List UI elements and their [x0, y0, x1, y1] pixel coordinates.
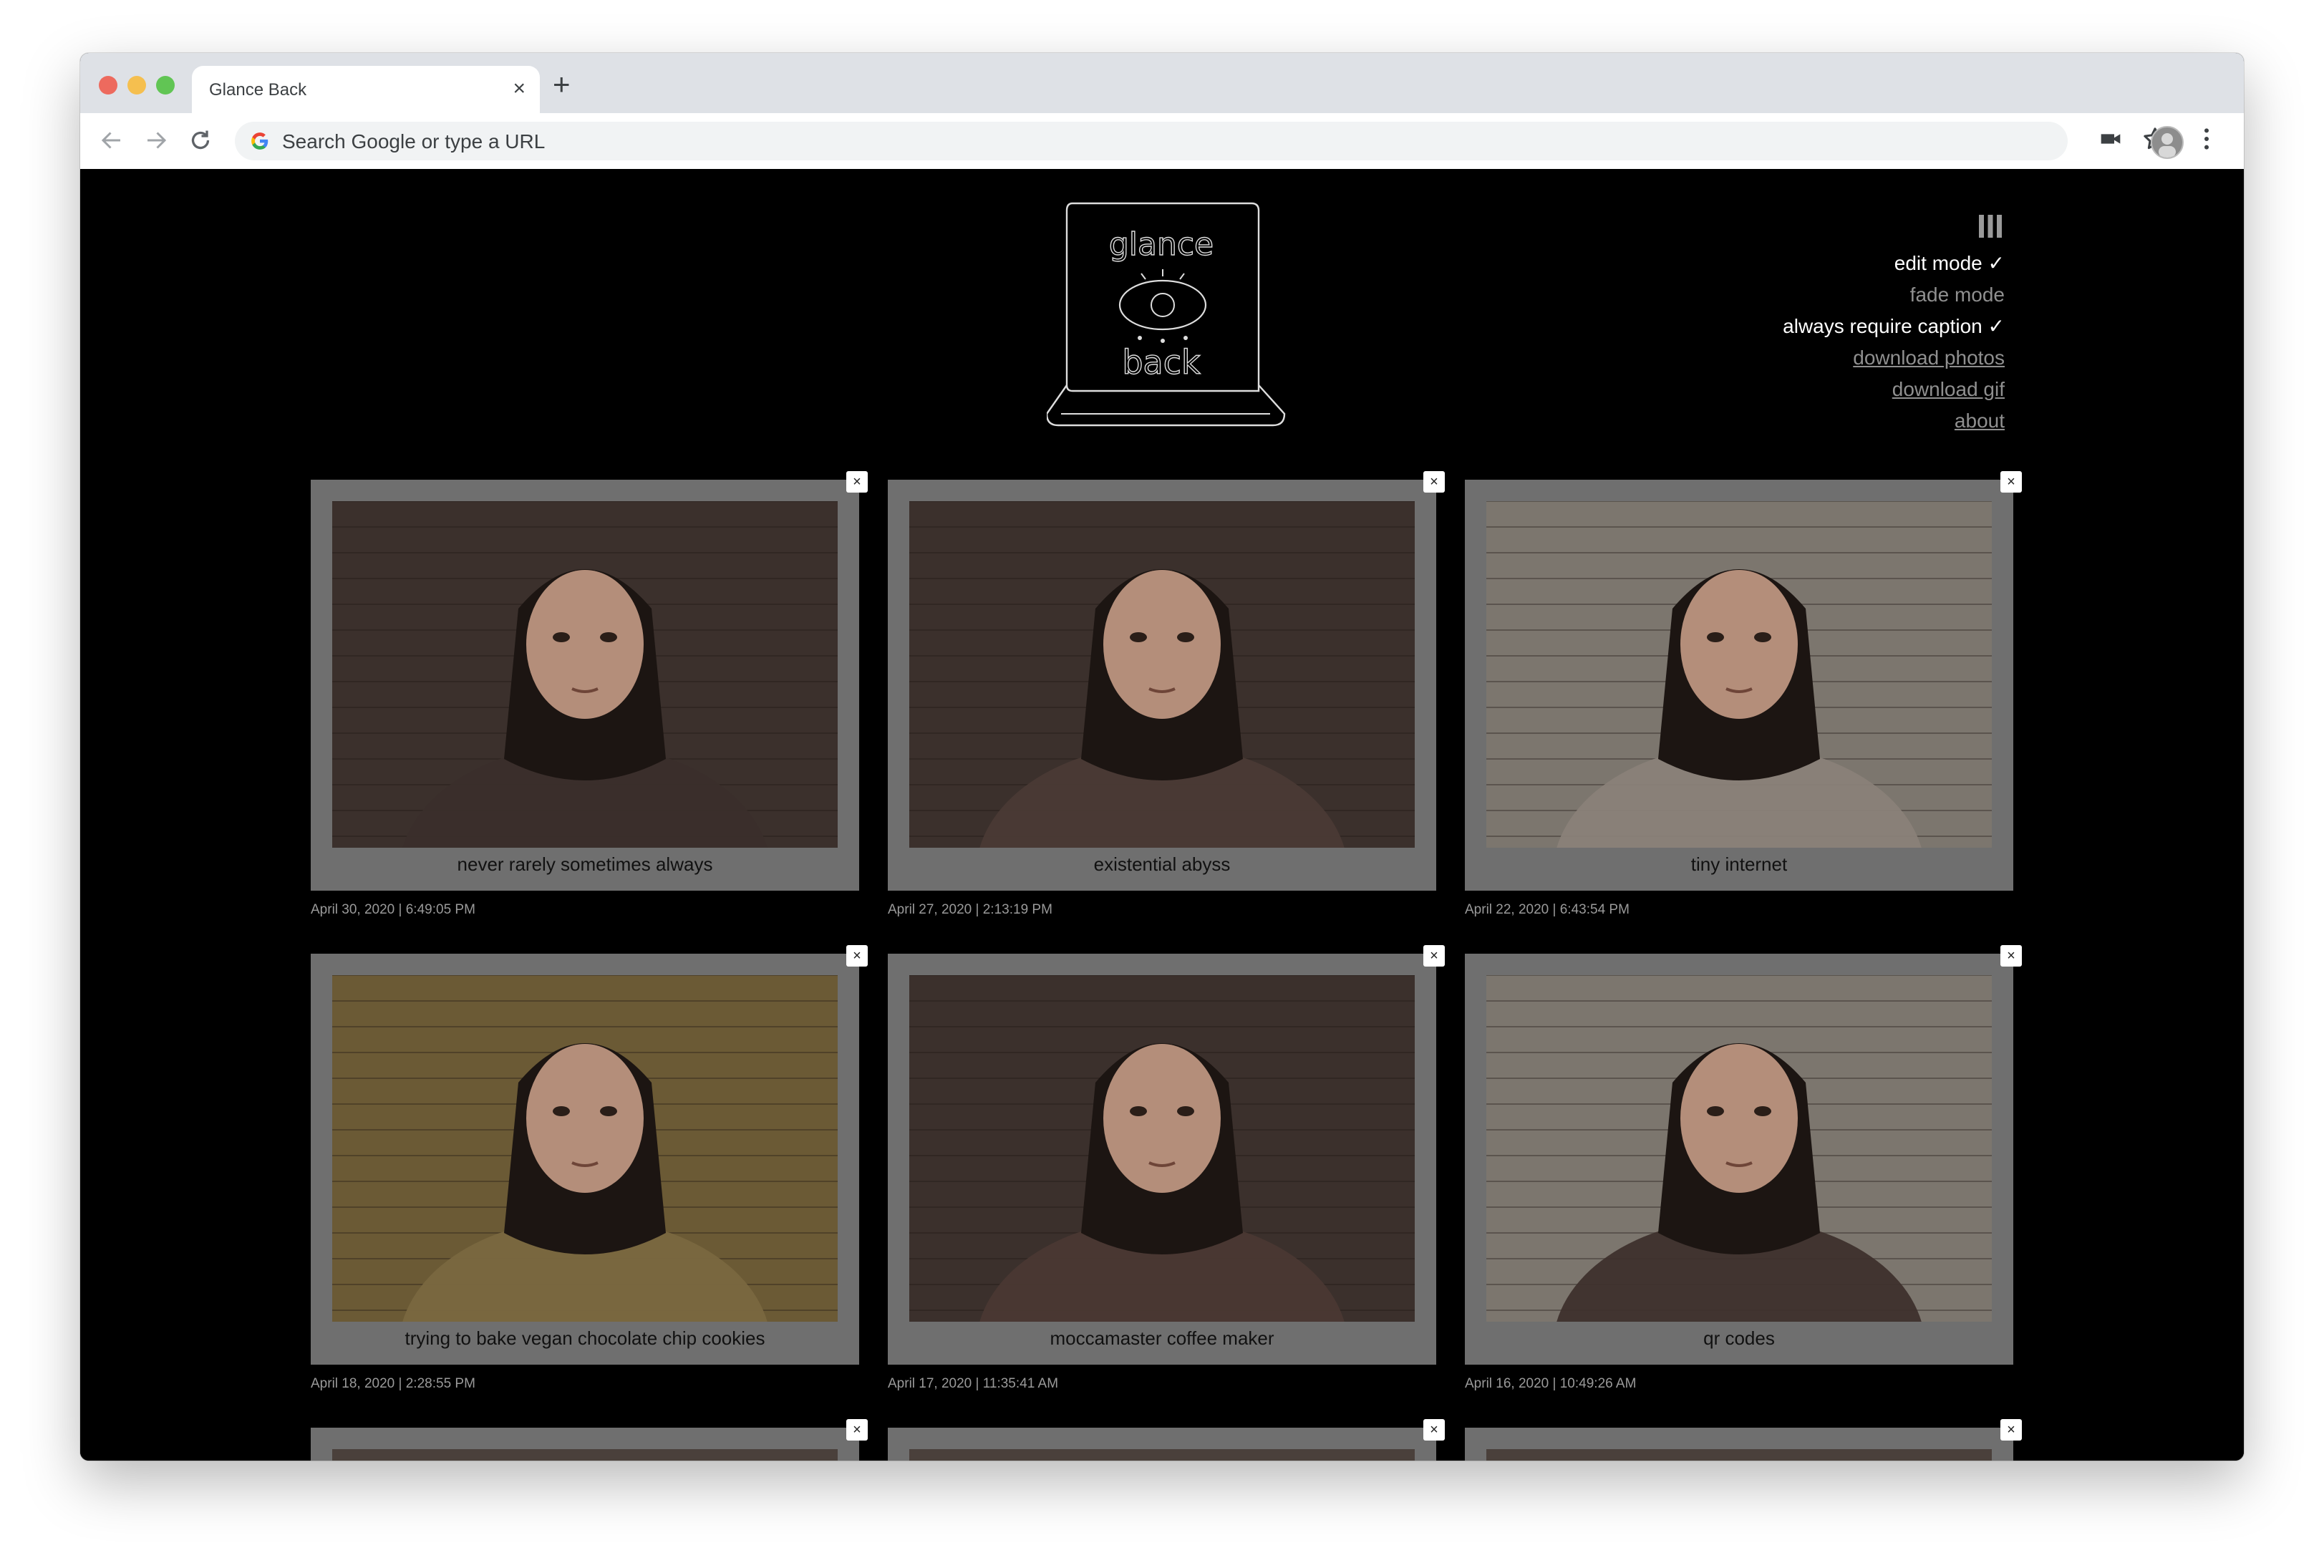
- photo-frame[interactable]: ×: [311, 1419, 868, 1461]
- photo-timestamp: April 22, 2020 | 6:43:54 PM: [1465, 902, 1630, 917]
- profile-icon: [2159, 133, 2176, 158]
- photo-card: qr codes × April 16, 2020 | 10:49:26 AM: [1465, 945, 2022, 1391]
- address-bar[interactable]: Search Google or type a URL: [235, 122, 2068, 160]
- photo-frame[interactable]: qr codes ×: [1465, 945, 2022, 1365]
- photo-card: existential abyss × April 27, 2020 | 2:13:…: [888, 471, 1445, 917]
- photo-caption[interactable]: existential abyss: [888, 853, 1436, 876]
- photo-card: trying to bake vegan chocolate chip cook…: [311, 945, 868, 1391]
- photo-timestamp: April 18, 2020 | 2:28:55 PM: [311, 1376, 475, 1391]
- photo-caption[interactable]: moccamaster coffee maker: [888, 1327, 1436, 1350]
- delete-photo-button[interactable]: ×: [2000, 945, 2022, 967]
- settings-menu: edit mode ✓ fade mode always require capti…: [1783, 212, 2005, 437]
- photo-frame[interactable]: trying to bake vegan chocolate chip cook…: [311, 945, 868, 1365]
- delete-photo-button[interactable]: ×: [846, 945, 868, 967]
- profile-avatar[interactable]: [2151, 126, 2184, 159]
- menu-item-1[interactable]: fade mode: [1783, 279, 2005, 311]
- delete-photo-button[interactable]: ×: [846, 1419, 868, 1441]
- forward-arrow-icon[interactable]: [143, 127, 169, 153]
- photo-frame[interactable]: ×: [888, 1419, 1445, 1461]
- photo: [1486, 975, 1992, 1322]
- photo-frame[interactable]: never rarely sometimes always ×: [311, 471, 868, 891]
- photo-caption[interactable]: trying to bake vegan chocolate chip cook…: [311, 1327, 859, 1350]
- menu-items: edit mode ✓ fade mode always require capti…: [1783, 248, 2005, 437]
- back-arrow-icon[interactable]: [99, 127, 125, 153]
- delete-photo-button[interactable]: ×: [1423, 471, 1445, 493]
- photo-image: [332, 975, 838, 1322]
- delete-photo-button[interactable]: ×: [1423, 1419, 1445, 1441]
- delete-photo-button[interactable]: ×: [846, 471, 868, 493]
- photo-card: tiny internet × April 22, 2020 | 6:43:54 P…: [1465, 471, 2022, 917]
- photo: [909, 975, 1415, 1322]
- menu-item-5[interactable]: about: [1783, 405, 2005, 437]
- new-tab-button[interactable]: +: [553, 69, 571, 100]
- photo-image: [909, 501, 1415, 848]
- photo: [1486, 501, 1992, 848]
- photo-caption[interactable]: never rarely sometimes always: [311, 853, 859, 876]
- camera-icon[interactable]: [2096, 125, 2125, 153]
- logo-bottom-text: back: [1122, 343, 1201, 382]
- photo-card-partial: ×: [311, 1419, 868, 1461]
- photo-image: [1486, 975, 1992, 1322]
- minimize-window-button[interactable]: [127, 76, 146, 95]
- menu-item-3[interactable]: download photos: [1783, 342, 2005, 374]
- photo-timestamp: April 17, 2020 | 11:35:41 AM: [888, 1376, 1059, 1391]
- tab-title: Glance Back: [209, 80, 307, 100]
- tab-glance-back[interactable]: Glance Back ×: [192, 66, 540, 113]
- photo-frame[interactable]: moccamaster coffee maker ×: [888, 945, 1445, 1365]
- reload-icon[interactable]: [188, 127, 213, 153]
- photo: [332, 975, 838, 1322]
- photo-frame[interactable]: tiny internet ×: [1465, 471, 2022, 891]
- tab-bar: Glance Back × +: [80, 53, 2244, 113]
- photo-card-partial: ×: [1465, 1419, 2022, 1461]
- photo-card: moccamaster coffee maker × April 17, 2020 …: [888, 945, 1445, 1391]
- browser-toolbar: Search Google or type a URL: [80, 113, 2244, 170]
- photo-card-partial: ×: [888, 1419, 1445, 1461]
- photo: [332, 501, 838, 848]
- photo-caption[interactable]: qr codes: [1465, 1327, 2013, 1350]
- tab-close-icon[interactable]: ×: [513, 76, 526, 102]
- more-options-icon[interactable]: [2192, 125, 2221, 153]
- glance-back-logo: glance back: [1047, 202, 1286, 427]
- photo: [909, 501, 1415, 848]
- delete-photo-button[interactable]: ×: [2000, 1419, 2022, 1441]
- photo: [332, 1449, 838, 1461]
- photo-image: [332, 501, 838, 848]
- maximize-window-button[interactable]: [156, 76, 175, 95]
- google-g-icon: [251, 132, 268, 150]
- photo: [1486, 1449, 1992, 1461]
- photo-timestamp: April 16, 2020 | 10:49:26 AM: [1465, 1376, 1637, 1391]
- delete-photo-button[interactable]: ×: [2000, 471, 2022, 493]
- photo-timestamp: April 27, 2020 | 2:13:19 PM: [888, 902, 1052, 917]
- photo-image: [909, 975, 1415, 1322]
- page-content: glance back edit mode ✓ fade mode always r…: [80, 169, 2244, 1461]
- address-input[interactable]: Search Google or type a URL: [282, 130, 545, 153]
- menu-bars-icon[interactable]: [1976, 212, 2005, 241]
- browser-window: Glance Back × + Search Google or type a …: [80, 53, 2244, 1461]
- photo-frame[interactable]: existential abyss ×: [888, 471, 1445, 891]
- delete-photo-button[interactable]: ×: [1423, 945, 1445, 967]
- photo: [909, 1449, 1415, 1461]
- menu-item-2[interactable]: always require caption ✓: [1783, 311, 2005, 342]
- photo-caption[interactable]: tiny internet: [1465, 853, 2013, 876]
- photo-frame[interactable]: ×: [1465, 1419, 2022, 1461]
- menu-item-4[interactable]: download gif: [1783, 374, 2005, 405]
- menu-item-0[interactable]: edit mode ✓: [1783, 248, 2005, 279]
- photo-timestamp: April 30, 2020 | 6:49:05 PM: [311, 902, 475, 917]
- photo-card: never rarely sometimes always × April 30, …: [311, 471, 868, 917]
- photo-image: [1486, 501, 1992, 848]
- close-window-button[interactable]: [99, 76, 117, 95]
- logo-top-text: glance: [1109, 226, 1214, 263]
